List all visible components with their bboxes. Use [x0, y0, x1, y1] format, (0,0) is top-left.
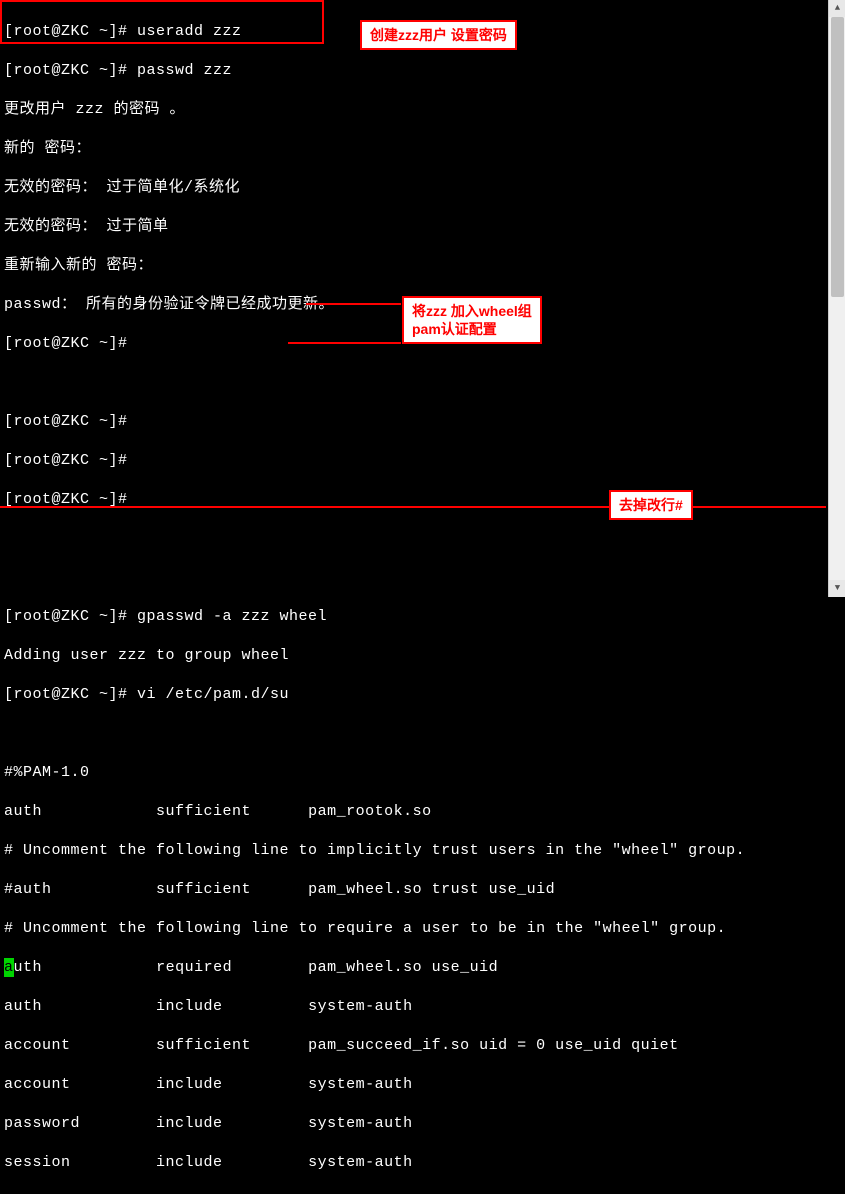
pam-line: auth include system-auth	[4, 997, 841, 1017]
cmd-gpasswd: gpasswd -a zzz wheel	[137, 608, 327, 625]
terminal-line: [root@ZKC ~]# passwd zzz	[4, 61, 841, 81]
pam-line: #%PAM-1.0	[4, 763, 841, 783]
terminal-line: [root@ZKC ~]#	[4, 334, 841, 354]
terminal-line: 重新输入新的 密码：	[4, 256, 841, 276]
pam-line: account include system-auth	[4, 1075, 841, 1095]
terminal-line: 无效的密码： 过于简单化/系统化	[4, 178, 841, 198]
blank-line	[4, 373, 841, 393]
blank-line	[4, 568, 841, 588]
cmd-useradd: useradd zzz	[137, 23, 242, 40]
terminal-output: [root@ZKC ~]# useradd zzz [root@ZKC ~]# …	[0, 0, 845, 1194]
scroll-down-button[interactable]: ▼	[829, 580, 845, 597]
vertical-scrollbar[interactable]: ▲ ▼	[828, 0, 845, 597]
pam-comment: # Uncomment the following line to requir…	[4, 919, 841, 939]
blank-line	[4, 529, 841, 549]
pam-line: session optional pam_xauth.so	[4, 1192, 841, 1194]
pam-comment: # Uncomment the following line to implic…	[4, 841, 841, 861]
terminal-line: 更改用户 zzz 的密码 。	[4, 100, 841, 120]
terminal-line: [root@ZKC ~]#	[4, 490, 841, 510]
terminal-line: 新的 密码：	[4, 139, 841, 159]
cursor-highlight: a	[4, 958, 14, 978]
scroll-thumb[interactable]	[831, 17, 844, 297]
blank-line	[4, 724, 841, 744]
terminal-line: [root@ZKC ~]#	[4, 451, 841, 471]
cmd-vi: vi /etc/pam.d/su	[137, 686, 289, 703]
terminal-line: Adding user zzz to group wheel	[4, 646, 841, 666]
pam-line: auth sufficient pam_rootok.so	[4, 802, 841, 822]
pam-line-highlighted: auth required pam_wheel.so use_uid	[4, 958, 841, 978]
terminal-line: [root@ZKC ~]# useradd zzz	[4, 22, 841, 42]
terminal-line: [root@ZKC ~]# vi /etc/pam.d/su	[4, 685, 841, 705]
cmd-passwd: passwd zzz	[137, 62, 232, 79]
scroll-up-button[interactable]: ▲	[829, 0, 845, 17]
terminal-line: [root@ZKC ~]# gpasswd -a zzz wheel	[4, 607, 841, 627]
terminal-line: passwd： 所有的身份验证令牌已经成功更新。	[4, 295, 841, 315]
terminal-line: 无效的密码： 过于简单	[4, 217, 841, 237]
terminal-line: [root@ZKC ~]#	[4, 412, 841, 432]
pam-line: session include system-auth	[4, 1153, 841, 1173]
pam-line: #auth sufficient pam_wheel.so trust use_…	[4, 880, 841, 900]
pam-line: account sufficient pam_succeed_if.so uid…	[4, 1036, 841, 1056]
pam-line: password include system-auth	[4, 1114, 841, 1134]
